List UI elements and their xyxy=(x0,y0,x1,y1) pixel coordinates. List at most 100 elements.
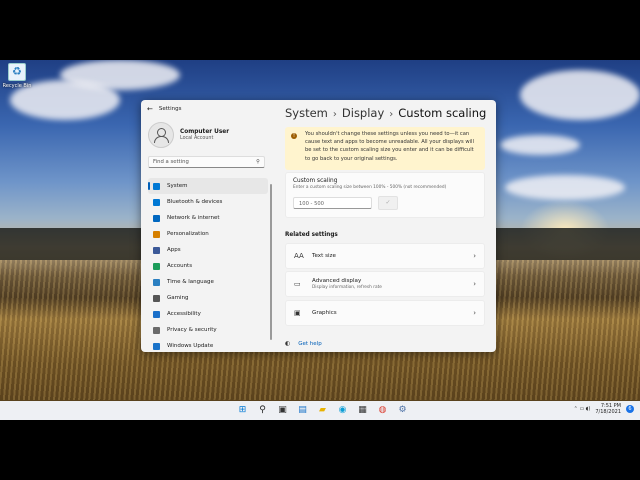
breadcrumb-system[interactable]: System xyxy=(285,106,328,120)
chrome-icon[interactable]: ◍ xyxy=(376,404,389,417)
sidebar-item-label: System xyxy=(167,183,188,189)
sidebar-item-label: Network & internet xyxy=(167,215,220,221)
custom-scaling-card: Custom scaling Enter a custom scaling si… xyxy=(285,172,485,218)
sidebar-scrollbar[interactable] xyxy=(270,184,272,340)
clock-date: 7/18/2021 xyxy=(595,409,621,415)
sidebar-item-time-language[interactable]: Time & language xyxy=(148,274,268,290)
sidebar-item-accessibility[interactable]: Accessibility xyxy=(148,306,268,322)
cloud xyxy=(520,70,640,120)
sidebar-item-label: Windows Update xyxy=(167,343,214,349)
shield-icon xyxy=(153,326,160,334)
recycle-bin[interactable]: ♻ Recycle Bin xyxy=(2,63,32,89)
graphics-icon: ▣ xyxy=(294,309,301,317)
accessibility-icon xyxy=(153,310,160,318)
sidebar-item-gaming[interactable]: Gaming xyxy=(148,290,268,306)
title-bar: ← Settings xyxy=(147,105,181,113)
related-text-size-card[interactable]: AA Text size › xyxy=(285,243,485,269)
taskbar-apps: ⊞ ⚲ ▣ ▤ ▰ ◉ ▦ ◍ ⚙ xyxy=(236,404,409,417)
widgets-icon[interactable]: ▤ xyxy=(296,404,309,417)
scaling-input[interactable]: 100 - 500 xyxy=(293,197,372,209)
help-icon: ◐ xyxy=(285,340,291,347)
text-size-icon: AA xyxy=(294,252,304,260)
person-icon xyxy=(153,262,160,270)
sidebar-item-label: Gaming xyxy=(167,295,189,301)
sidebar-item-label: Accessibility xyxy=(167,311,201,317)
card-title: Text size xyxy=(312,253,336,259)
clock-icon xyxy=(153,278,160,286)
task-view-icon[interactable]: ▣ xyxy=(276,404,289,417)
nav-list: System Bluetooth & devices Network & inter… xyxy=(148,178,268,352)
custom-scaling-title: Custom scaling xyxy=(293,178,338,184)
monitor-icon: ▭ xyxy=(294,280,301,288)
sidebar-item-label: Bluetooth & devices xyxy=(167,199,223,205)
system-tray: ⌃ ▭ ◖) 7:51 PM 7/18/2021 6 xyxy=(574,403,634,415)
breadcrumb-custom-scaling: Custom scaling xyxy=(398,106,487,120)
sidebar-item-label: Time & language xyxy=(167,279,214,285)
related-advanced-display-card[interactable]: ▭ Advanced display Display information, re… xyxy=(285,271,485,297)
related-graphics-card[interactable]: ▣ Graphics › xyxy=(285,300,485,326)
card-subtitle: Display information, refresh rate xyxy=(312,285,382,290)
search-placeholder: Find a setting xyxy=(153,159,189,165)
sidebar-item-bluetooth-devices[interactable]: Bluetooth & devices xyxy=(148,194,268,210)
user-name: Computer User xyxy=(180,129,230,135)
main-content: System › Display › Custom scaling ! You shou… xyxy=(279,100,496,352)
apply-check-button[interactable]: ✓ xyxy=(378,196,398,210)
display-icon xyxy=(153,182,160,190)
controller-icon xyxy=(153,294,160,302)
get-help-label: Get help xyxy=(298,340,322,347)
sidebar-item-label: Privacy & security xyxy=(167,327,217,333)
warning-banner: ! You shouldn't change these settings un… xyxy=(285,127,485,170)
breadcrumb-display[interactable]: Display xyxy=(342,106,384,120)
update-icon xyxy=(153,342,160,350)
search-icon: ⚲ xyxy=(256,159,260,165)
back-arrow-icon[interactable]: ← xyxy=(147,105,153,113)
edge-icon[interactable]: ◉ xyxy=(336,404,349,417)
breadcrumb-separator: › xyxy=(332,109,337,120)
settings-gear-icon[interactable]: ⚙ xyxy=(396,404,409,417)
wifi-icon xyxy=(153,214,160,222)
account-type: Local Account xyxy=(180,136,214,141)
breadcrumb: System › Display › Custom scaling xyxy=(285,106,486,120)
chevron-right-icon: › xyxy=(473,252,476,260)
card-title: Graphics xyxy=(312,310,337,316)
windows-start-icon[interactable]: ⊞ xyxy=(236,404,249,417)
search-input[interactable]: Find a setting ⚲ xyxy=(148,156,265,168)
warning-text: You shouldn't change these settings unle… xyxy=(305,131,474,162)
tray-icons[interactable]: ⌃ ▭ ◖) xyxy=(574,406,591,412)
app-title: Settings xyxy=(158,106,182,112)
sidebar-item-accounts[interactable]: Accounts xyxy=(148,258,268,274)
sidebar-item-personalization[interactable]: Personalization xyxy=(148,226,268,242)
sidebar-item-windows-update[interactable]: Windows Update xyxy=(148,338,268,352)
avatar xyxy=(148,122,174,148)
sidebar-item-label: Accounts xyxy=(167,263,193,269)
sidebar-item-network-internet[interactable]: Network & internet xyxy=(148,210,268,226)
recycle-bin-icon: ♻ xyxy=(8,63,26,81)
store-icon[interactable]: ▦ xyxy=(356,404,369,417)
get-help-link[interactable]: ◐ Get help xyxy=(285,340,322,347)
card-title: Advanced display xyxy=(312,278,362,284)
sidebar-item-label: Personalization xyxy=(167,231,209,237)
clock[interactable]: 7:51 PM 7/18/2021 xyxy=(595,403,621,415)
chevron-right-icon: › xyxy=(473,280,476,288)
search-icon[interactable]: ⚲ xyxy=(256,404,269,417)
chevron-right-icon: › xyxy=(473,309,476,317)
bluetooth-icon xyxy=(153,198,160,206)
sidebar-item-apps[interactable]: Apps xyxy=(148,242,268,258)
user-profile[interactable]: Computer User Local Account xyxy=(148,122,229,148)
breadcrumb-separator: › xyxy=(389,109,394,120)
file-explorer-icon[interactable]: ▰ xyxy=(316,404,329,417)
sidebar-item-privacy-security[interactable]: Privacy & security xyxy=(148,322,268,338)
notification-badge[interactable]: 6 xyxy=(626,405,634,413)
sidebar: ← Settings Computer User Local Account F… xyxy=(141,100,272,352)
cloud xyxy=(500,135,580,155)
apps-icon xyxy=(153,246,160,254)
sidebar-item-label: Apps xyxy=(167,247,181,253)
recycle-bin-label: Recycle Bin xyxy=(2,83,32,89)
sidebar-item-system[interactable]: System xyxy=(148,178,268,194)
settings-window: ← Settings Computer User Local Account F… xyxy=(141,100,496,352)
taskbar: ⊞ ⚲ ▣ ▤ ▰ ◉ ▦ ◍ ⚙ ⌃ ▭ ◖) 7:51 PM 7/18/2021 6 xyxy=(0,401,640,420)
related-settings-heading: Related settings xyxy=(285,232,338,238)
custom-scaling-subtitle: Enter a custom scaling size between 100%… xyxy=(293,185,447,190)
warning-icon: ! xyxy=(291,133,297,139)
brush-icon xyxy=(153,230,160,238)
